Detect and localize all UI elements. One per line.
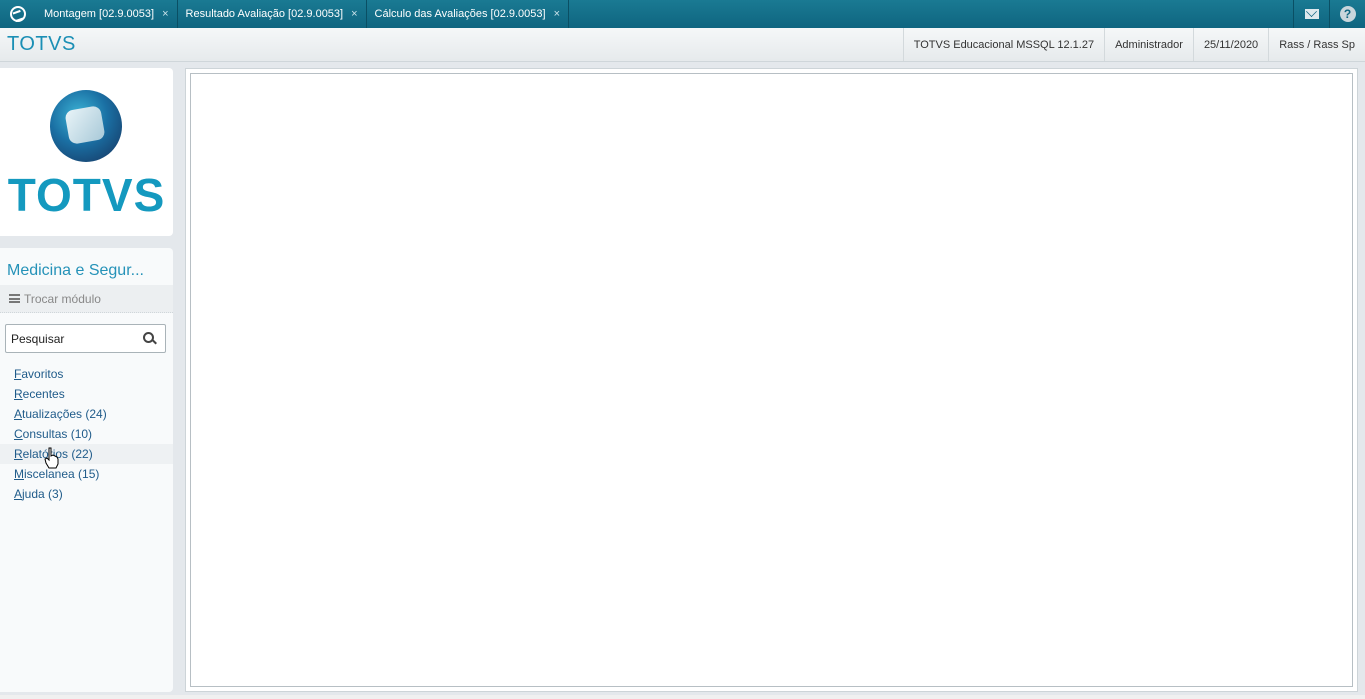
brand-title: TOTVS	[7, 33, 76, 55]
help-button[interactable]: ?	[1329, 0, 1365, 28]
close-icon[interactable]: ×	[162, 8, 168, 20]
menu-item-relatorios[interactable]: Relatórios (22)	[0, 444, 173, 464]
menu-item-label: juda (3)	[22, 487, 63, 501]
menu-item-recentes[interactable]: Recentes	[0, 384, 173, 404]
close-icon[interactable]: ×	[351, 8, 357, 20]
menu-item-accesskey: R	[14, 447, 23, 461]
menu-item-label: tualizações (24)	[22, 407, 107, 421]
tab-resultado-avaliacao[interactable]: Resultado Avaliação [02.9.0053] ×	[178, 0, 367, 28]
top-tab-bar: Montagem [02.9.0053] × Resultado Avaliaç…	[0, 0, 1365, 28]
switch-module-button[interactable]: Trocar módulo	[0, 285, 173, 313]
search-box	[5, 324, 166, 353]
search-input[interactable]	[6, 331, 134, 346]
environment-info[interactable]: TOTVS Educacional MSSQL 12.1.27	[902, 28, 1104, 61]
switch-module-label: Trocar módulo	[24, 291, 101, 306]
messages-button[interactable]	[1293, 0, 1329, 28]
tab-calculo-avaliacoes[interactable]: Cálculo das Avaliações [02.9.0053] ×	[367, 0, 570, 28]
header-bar: TOTVS TOTVS Educacional MSSQL 12.1.27 Ad…	[0, 28, 1365, 62]
menu-item-label: onsultas (10)	[22, 427, 93, 441]
menu-item-label: ecentes	[22, 387, 65, 401]
module-title: Medicina e Segur...	[7, 262, 144, 279]
menu-item-accesskey: A	[14, 487, 23, 501]
bottom-strip	[0, 695, 1365, 699]
main-content	[185, 68, 1358, 692]
menu-item-atualizacoes[interactable]: Atualizações (24)	[0, 404, 173, 424]
hamburger-icon	[9, 294, 20, 303]
tab-label: Resultado Avaliação [02.9.0053]	[185, 8, 344, 20]
tab-label: Cálculo das Avaliações [02.9.0053]	[374, 8, 546, 20]
search-icon[interactable]	[143, 332, 156, 345]
app-menu-button[interactable]	[0, 0, 36, 28]
hand-cursor-icon	[44, 447, 59, 469]
menu-item-miscelanea[interactable]: Miscelanea (15)	[0, 464, 173, 484]
menu-item-accesskey: A	[14, 407, 23, 421]
date-info[interactable]: 25/11/2020	[1192, 28, 1268, 61]
menu-item-ajuda[interactable]: Ajuda (3)	[0, 484, 173, 504]
totvs-menu-icon	[10, 6, 26, 22]
menu-item-accesskey: M	[14, 467, 24, 481]
company-info[interactable]: Rass / Rass Sp	[1268, 28, 1365, 61]
close-icon[interactable]: ×	[554, 8, 560, 20]
menu-list: Favoritos Recentes Atualizações (24) Con…	[0, 364, 173, 504]
logo-panel: TOTVS	[0, 68, 173, 236]
content-area	[190, 73, 1353, 687]
menu-item-label: iscelanea (15)	[24, 467, 100, 481]
mail-icon	[1304, 9, 1319, 19]
totvs-logo-icon	[50, 90, 122, 162]
user-info[interactable]: Administrador	[1104, 28, 1193, 61]
menu-item-label: avoritos	[21, 367, 64, 381]
help-icon: ?	[1339, 6, 1356, 22]
tab-montagem[interactable]: Montagem [02.9.0053] ×	[36, 0, 178, 28]
menu-item-accesskey: R	[14, 387, 23, 401]
tab-label: Montagem [02.9.0053]	[44, 8, 155, 20]
logo-text: TOTVS	[7, 169, 166, 221]
menu-item-consultas[interactable]: Consultas (10)	[0, 424, 173, 444]
menu-item-accesskey: C	[14, 427, 23, 441]
sidebar-menu: Medicina e Segur... Trocar módulo Favori…	[0, 248, 173, 692]
menu-item-favoritos[interactable]: Favoritos	[0, 364, 173, 384]
